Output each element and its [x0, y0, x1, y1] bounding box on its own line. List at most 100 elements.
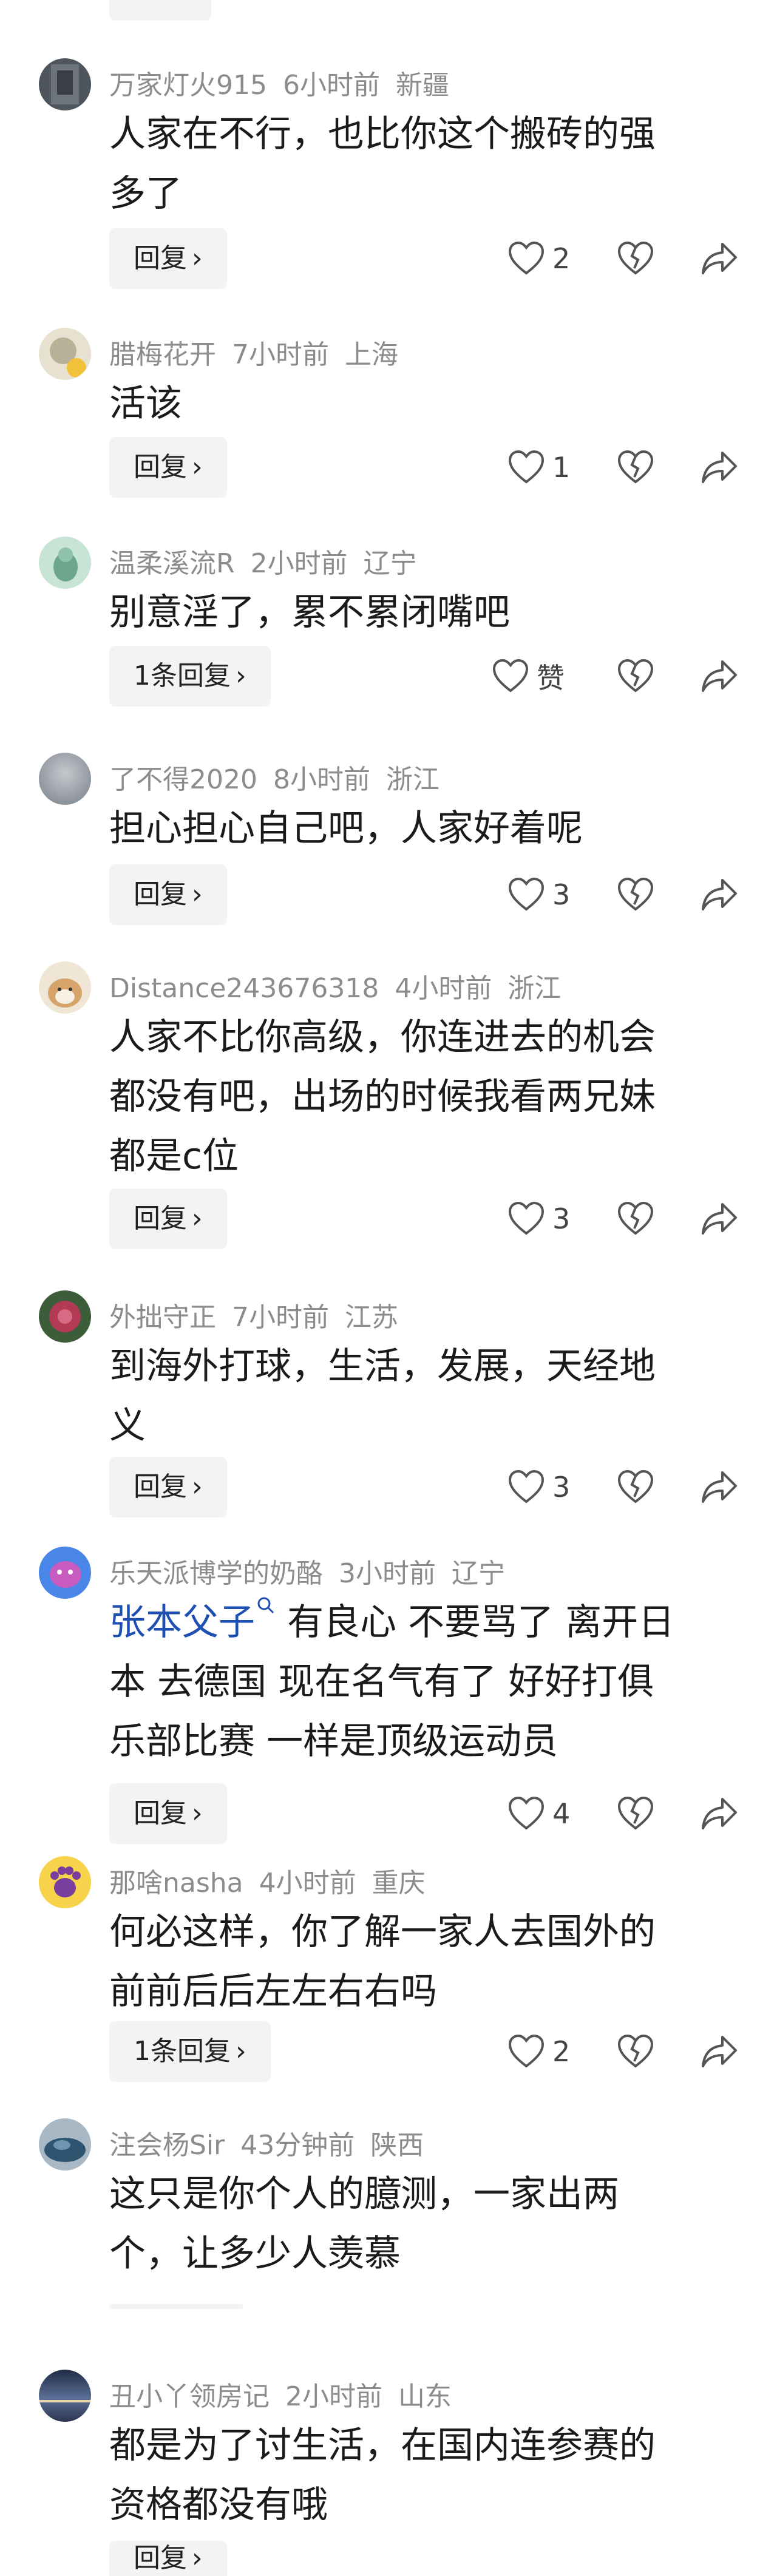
search-mention-icon	[257, 1597, 274, 1614]
comment-meta: 乐天派博学的奶酪 3小时前 辽宁	[109, 1551, 521, 1590]
comment-text: 都是为了讨生活，在国内连参赛的 资格都没有哦	[109, 2424, 656, 2526]
previous-comment-partial: 回复	[0, 0, 777, 24]
like-count: 2	[552, 2035, 571, 2068]
heart-icon	[508, 241, 545, 275]
like-count: 2	[552, 242, 571, 275]
share-button[interactable]	[701, 240, 738, 277]
dislike-button[interactable]	[617, 1795, 654, 1832]
avatar[interactable]	[39, 1290, 91, 1343]
timestamp: 3小时前	[339, 1558, 436, 1589]
username[interactable]: 了不得2020	[109, 764, 257, 795]
comment-actions: 2	[0, 2021, 777, 2082]
avatar[interactable]	[39, 1547, 91, 1599]
like-button[interactable]: 3	[507, 876, 570, 913]
comment-actions: 赞	[0, 646, 777, 707]
timestamp: 7小时前	[232, 1302, 329, 1333]
avatar[interactable]	[39, 961, 91, 1014]
reply-button[interactable]: 回复 ›	[109, 2541, 227, 2576]
comment-meta: 那啥nasha 4小时前 重庆	[109, 1861, 441, 1900]
location: 重庆	[372, 1868, 426, 1899]
like-button[interactable]: 1	[507, 449, 570, 486]
comment-text: 何必这样，你了解一家人去国外的 前前后后左左右右吗	[109, 1911, 656, 2013]
dislike-button[interactable]	[617, 449, 654, 486]
share-button[interactable]	[701, 1201, 738, 1237]
like-button[interactable]: 3	[507, 1201, 570, 1237]
like-button[interactable]: 赞	[492, 658, 565, 694]
heart-icon	[508, 450, 545, 484]
share-button[interactable]	[701, 876, 738, 913]
location: 辽宁	[363, 548, 417, 579]
username[interactable]: 温柔溪流R	[109, 548, 235, 579]
like-count: 3	[552, 1471, 571, 1503]
dislike-button[interactable]	[617, 240, 654, 277]
obscured-action-row	[109, 2304, 243, 2309]
location: 辽宁	[452, 1558, 505, 1589]
comment-meta: 丑小丫领房记 2小时前 山东	[109, 2374, 467, 2413]
location: 陕西	[370, 2130, 424, 2161]
broken-heart-icon	[617, 1469, 654, 1503]
comment-text: 到海外打球，生活，发展，天经地 义	[109, 1345, 656, 1447]
reply-button[interactable]: 回复	[109, 0, 211, 21]
dislike-button[interactable]	[617, 658, 654, 694]
avatar[interactable]	[39, 2118, 91, 2171]
timestamp: 8小时前	[273, 764, 370, 795]
avatar[interactable]	[39, 753, 91, 805]
avatar[interactable]	[39, 58, 91, 110]
timestamp: 6小时前	[282, 70, 380, 101]
comment-meta: 了不得2020 8小时前 浙江	[109, 758, 455, 796]
timestamp: 4小时前	[259, 1868, 356, 1899]
broken-heart-icon	[617, 877, 654, 911]
username[interactable]: Distance243676318	[109, 973, 379, 1004]
username[interactable]: 乐天派博学的奶酪	[109, 1558, 323, 1589]
comment-meta: 注会杨Sir 43分钟前 陕西	[109, 2123, 439, 2162]
comment-text: 人家在不行，也比你这个搬砖的强 多了	[109, 113, 656, 215]
broken-heart-icon	[617, 659, 654, 693]
comment-meta: 外拙守正 7小时前 江苏	[109, 1295, 414, 1334]
broken-heart-icon	[617, 2034, 654, 2068]
username[interactable]: 腊梅花开	[109, 339, 216, 370]
comment-item: 丑小丫领房记 2小时前 山东 都是为了讨生活，在国内连参赛的 资格都没有哦	[0, 2370, 777, 2564]
username[interactable]: 丑小丫领房记	[109, 2381, 270, 2412]
dislike-button[interactable]	[617, 2033, 654, 2070]
comment-text: 活该	[109, 382, 182, 425]
share-button[interactable]	[701, 658, 738, 694]
comment-text: 担心担心自己吧，人家好着呢	[109, 807, 583, 850]
like-button[interactable]: 2	[507, 240, 570, 277]
username[interactable]: 万家灯火915	[109, 70, 267, 101]
share-button[interactable]	[701, 1469, 738, 1505]
comment-item: 乐天派博学的奶酪 3小时前 辽宁 张本父子 有良心 不要骂了 离开日 本 去德国 现…	[0, 1547, 777, 1814]
comment-actions: 1	[0, 437, 777, 498]
like-button[interactable]: 2	[507, 2033, 570, 2070]
broken-heart-icon	[617, 241, 654, 275]
like-button[interactable]: 4	[507, 1795, 570, 1832]
dislike-button[interactable]	[617, 876, 654, 913]
share-button[interactable]	[701, 449, 738, 486]
username[interactable]: 那啥nasha	[109, 1868, 243, 1899]
like-button[interactable]: 3	[507, 1469, 570, 1505]
comment-meta: Distance243676318 4小时前 浙江	[109, 966, 577, 1005]
comment-text: 这只是你个人的臆测，一家出两 个，让多少人羡慕	[109, 2173, 619, 2275]
comment-item: 注会杨Sir 43分钟前 陕西 这只是你个人的臆测，一家出两 个，让多少人羡慕	[0, 2118, 777, 2300]
heart-icon	[492, 659, 529, 693]
share-arrow-icon	[702, 660, 737, 692]
share-button[interactable]	[701, 1795, 738, 1832]
share-button[interactable]	[701, 2033, 738, 2070]
like-count: 4	[552, 1797, 571, 1830]
avatar[interactable]	[39, 1856, 91, 1908]
heart-icon	[508, 1469, 545, 1503]
like-count: 3	[552, 878, 571, 911]
comment-meta: 万家灯火915 6小时前 新疆	[109, 63, 465, 102]
timestamp: 2小时前	[250, 548, 348, 579]
avatar[interactable]	[39, 537, 91, 589]
dislike-button[interactable]	[617, 1469, 654, 1505]
share-arrow-icon	[702, 1203, 737, 1235]
location: 浙江	[385, 764, 439, 795]
dislike-button[interactable]	[617, 1201, 654, 1237]
avatar[interactable]	[39, 2370, 91, 2422]
username[interactable]: 外拙守正	[109, 1302, 216, 1333]
location: 山东	[398, 2381, 452, 2412]
username[interactable]: 注会杨Sir	[109, 2130, 225, 2161]
share-arrow-icon	[702, 1798, 737, 1829]
mention-link[interactable]: 张本父子	[109, 1601, 255, 1644]
avatar[interactable]	[39, 328, 91, 380]
